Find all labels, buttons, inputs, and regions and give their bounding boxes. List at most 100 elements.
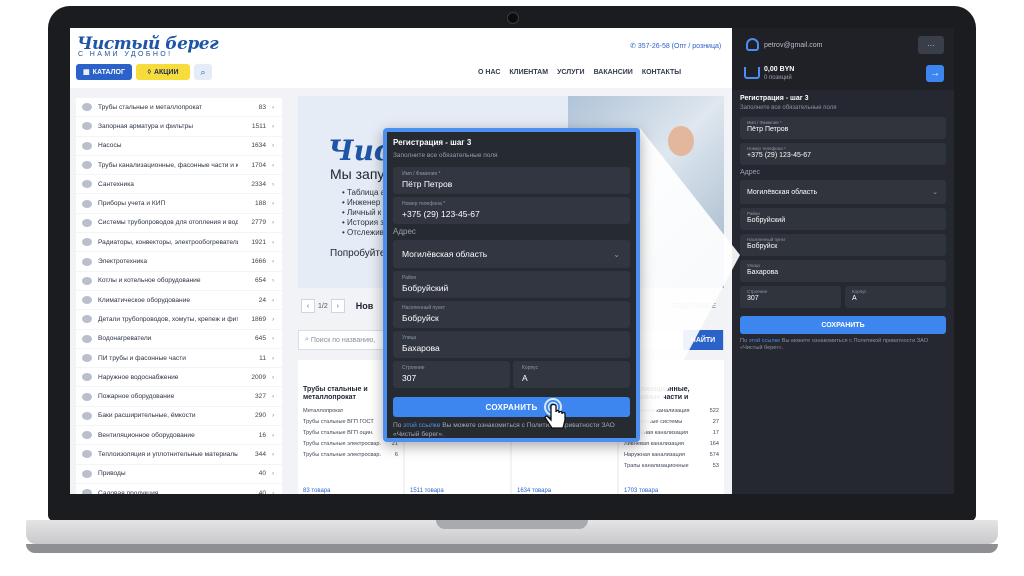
category-item[interactable]: Системы трубопроводов для отопления и во…	[76, 214, 282, 234]
nav-about[interactable]: О НАС	[478, 69, 500, 76]
region-select[interactable]: Могилёвская область ⌄	[740, 180, 946, 204]
city-field[interactable]: Населенный пункт Бобруйск	[393, 301, 630, 328]
save-button[interactable]: СОХРАНИТЬ	[393, 397, 630, 417]
category-count: 344	[254, 450, 266, 458]
category-label: Трубы канализационные, фасонные части и …	[98, 161, 238, 169]
more-link[interactable]: ПОДРОБНЕЕ	[671, 303, 716, 310]
building-field[interactable]: Строение 307	[740, 286, 841, 308]
user-icon[interactable]	[746, 38, 759, 51]
category-item[interactable]: Трубы стальные и металлопрокат 83 ›	[76, 98, 282, 118]
next-arrow-icon[interactable]: ›	[330, 299, 345, 313]
user-email[interactable]: petrov@gmail.com	[764, 42, 822, 49]
field-value: Бобруйский	[747, 217, 786, 224]
category-item[interactable]: Садовая продукция 40 ›	[76, 484, 282, 494]
category-label: Баки расширительные, ёмкости	[98, 412, 196, 420]
building-row: Строение 307 Корпус А	[393, 361, 630, 391]
category-item[interactable]: Пожарное оборудование 327 ›	[76, 387, 282, 407]
card-more-link[interactable]: 1511 товара	[410, 488, 444, 494]
catalog-button[interactable]: ▦ КАТАЛОГ	[76, 64, 132, 80]
category-item[interactable]: Трубы канализационные, фасонные части и …	[76, 156, 282, 176]
category-icon	[82, 334, 92, 343]
account-panel: petrov@gmail.com ··· 0,00 BYN 0 позиций …	[732, 28, 954, 494]
phone-link[interactable]: ✆ 357-26-58 (Опт / розница)	[630, 42, 721, 50]
category-item[interactable]: Котлы и котельное оборудование 654 ›	[76, 272, 282, 291]
category-label: Водонагреватели	[98, 335, 152, 343]
modal-subtitle: Заполните все обязательные поля	[393, 152, 498, 159]
chevron-right-icon: ›	[272, 200, 275, 208]
chevron-right-icon: ›	[272, 412, 275, 420]
category-item[interactable]: Наружное водоснабжение 2009 ›	[76, 368, 282, 388]
nav-services[interactable]: УСЛУГИ	[557, 69, 585, 76]
promo-button-label: АКЦИИ	[153, 68, 179, 76]
search-placeholder: Поиск по названию,	[310, 336, 376, 344]
category-count: 40	[258, 470, 266, 478]
category-item[interactable]: Баки расширительные, ёмкости 290 ›	[76, 407, 282, 427]
chevron-right-icon: ›	[272, 373, 275, 381]
category-item[interactable]: Водонагреватели 645 ›	[76, 330, 282, 349]
card-row-label: Трубы стальные ВГП оцин.	[303, 430, 374, 436]
nav-vacancies[interactable]: ВАКАНСИИ	[594, 69, 633, 76]
cart-icon[interactable]	[744, 67, 760, 79]
note-prefix: По	[393, 422, 402, 429]
card-row[interactable]: Трубы стальные электросвар. 6	[303, 450, 398, 461]
form-subtitle: Заполните все обязательные поля	[740, 105, 837, 111]
search-button[interactable]: ⌕	[194, 64, 212, 80]
nav-clients[interactable]: КЛИЕНТАМ	[509, 69, 548, 76]
chevron-right-icon: ›	[272, 238, 275, 246]
card-more-link[interactable]: 83 товара	[303, 488, 331, 494]
city-field[interactable]: Населенный пункт Бобруйск	[740, 234, 946, 256]
field-label: Район	[402, 275, 417, 281]
name-field[interactable]: Имя / Фамилия * Пётр Петров	[393, 167, 630, 194]
card-row[interactable]: Наружная канализация 574	[624, 450, 719, 461]
category-item[interactable]: Радиаторы, конвекторы, электрообогревате…	[76, 233, 282, 253]
category-item[interactable]: Климатическое оборудование 24 ›	[76, 291, 282, 311]
category-item[interactable]: ПИ трубы и фасонные части 11 ›	[76, 349, 282, 369]
phone-field[interactable]: Номер телефона * +375 (29) 123-45-67	[393, 197, 630, 224]
card-row[interactable]: Трапы канализационные 53	[624, 461, 719, 472]
field-value: Бобруйск	[402, 313, 439, 323]
name-field[interactable]: Имя / Фамилия * Пётр Петров	[740, 117, 946, 139]
arrow-right-icon[interactable]: →	[926, 65, 944, 82]
phone-field[interactable]: Номер телефона * +375 (29) 123-45-67	[740, 143, 946, 165]
more-menu-button[interactable]: ···	[918, 36, 944, 54]
district-field[interactable]: Район Бобруйский	[740, 208, 946, 230]
find-button[interactable]: НАЙТИ	[683, 330, 723, 350]
block-field[interactable]: Корпус А	[513, 361, 630, 388]
category-label: Наружное водоснабжение	[98, 373, 179, 381]
field-value: 307	[747, 295, 759, 302]
category-icon	[82, 296, 92, 305]
category-item[interactable]: Приборы учета и КИП 188 ›	[76, 194, 282, 214]
block-field[interactable]: Корпус А	[845, 286, 946, 308]
region-select[interactable]: Могилёвская область ⌄	[393, 240, 630, 268]
street-field[interactable]: Улица Бахарова	[393, 331, 630, 358]
prev-arrow-icon[interactable]: ‹	[301, 299, 315, 313]
category-item[interactable]: Вентиляционное оборудование 16 ›	[76, 426, 282, 446]
card-more-link[interactable]: 1634 товара	[517, 488, 551, 494]
street-field[interactable]: Улица Бахарова	[740, 260, 946, 282]
category-item[interactable]: Теплоизоляция и уплотнительные материалы…	[76, 445, 282, 465]
category-icon	[82, 411, 92, 420]
chevron-right-icon: ›	[272, 219, 275, 227]
category-count: 327	[254, 393, 266, 401]
category-item[interactable]: Детали трубопроводов, хомуты, крепеж и ф…	[76, 310, 282, 330]
privacy-note: По этой ссылке Вы можете ознакомиться с …	[393, 422, 630, 439]
category-item[interactable]: Запорная арматура и фильтры 1511 ›	[76, 117, 282, 137]
grid-icon: ▦	[83, 69, 90, 76]
category-icon	[82, 276, 92, 285]
category-item[interactable]: Приводы 40 ›	[76, 465, 282, 484]
save-button[interactable]: СОХРАНИТЬ	[740, 316, 946, 334]
nav-contacts[interactable]: КОНТАКТЫ	[642, 69, 681, 76]
category-item[interactable]: Электротехника 1666 ›	[76, 252, 282, 272]
chevron-right-icon: ›	[272, 354, 275, 362]
category-item[interactable]: Сантехника 2334 ›	[76, 175, 282, 195]
category-item[interactable]: Насосы 1634 ›	[76, 137, 282, 156]
select-value: Могилёвская область	[747, 188, 818, 196]
promo-button[interactable]: ◊ АКЦИИ	[136, 64, 190, 80]
card-more-link[interactable]: 1703 товара	[624, 488, 658, 494]
privacy-link[interactable]: этой ссылке	[403, 422, 440, 429]
field-label: Улица	[402, 335, 417, 341]
district-field[interactable]: Район Бобруйский	[393, 271, 630, 298]
chevron-down-icon: ⌄	[932, 189, 938, 196]
building-field[interactable]: Строение 307	[393, 361, 510, 388]
privacy-link[interactable]: этой ссылке	[749, 338, 781, 344]
